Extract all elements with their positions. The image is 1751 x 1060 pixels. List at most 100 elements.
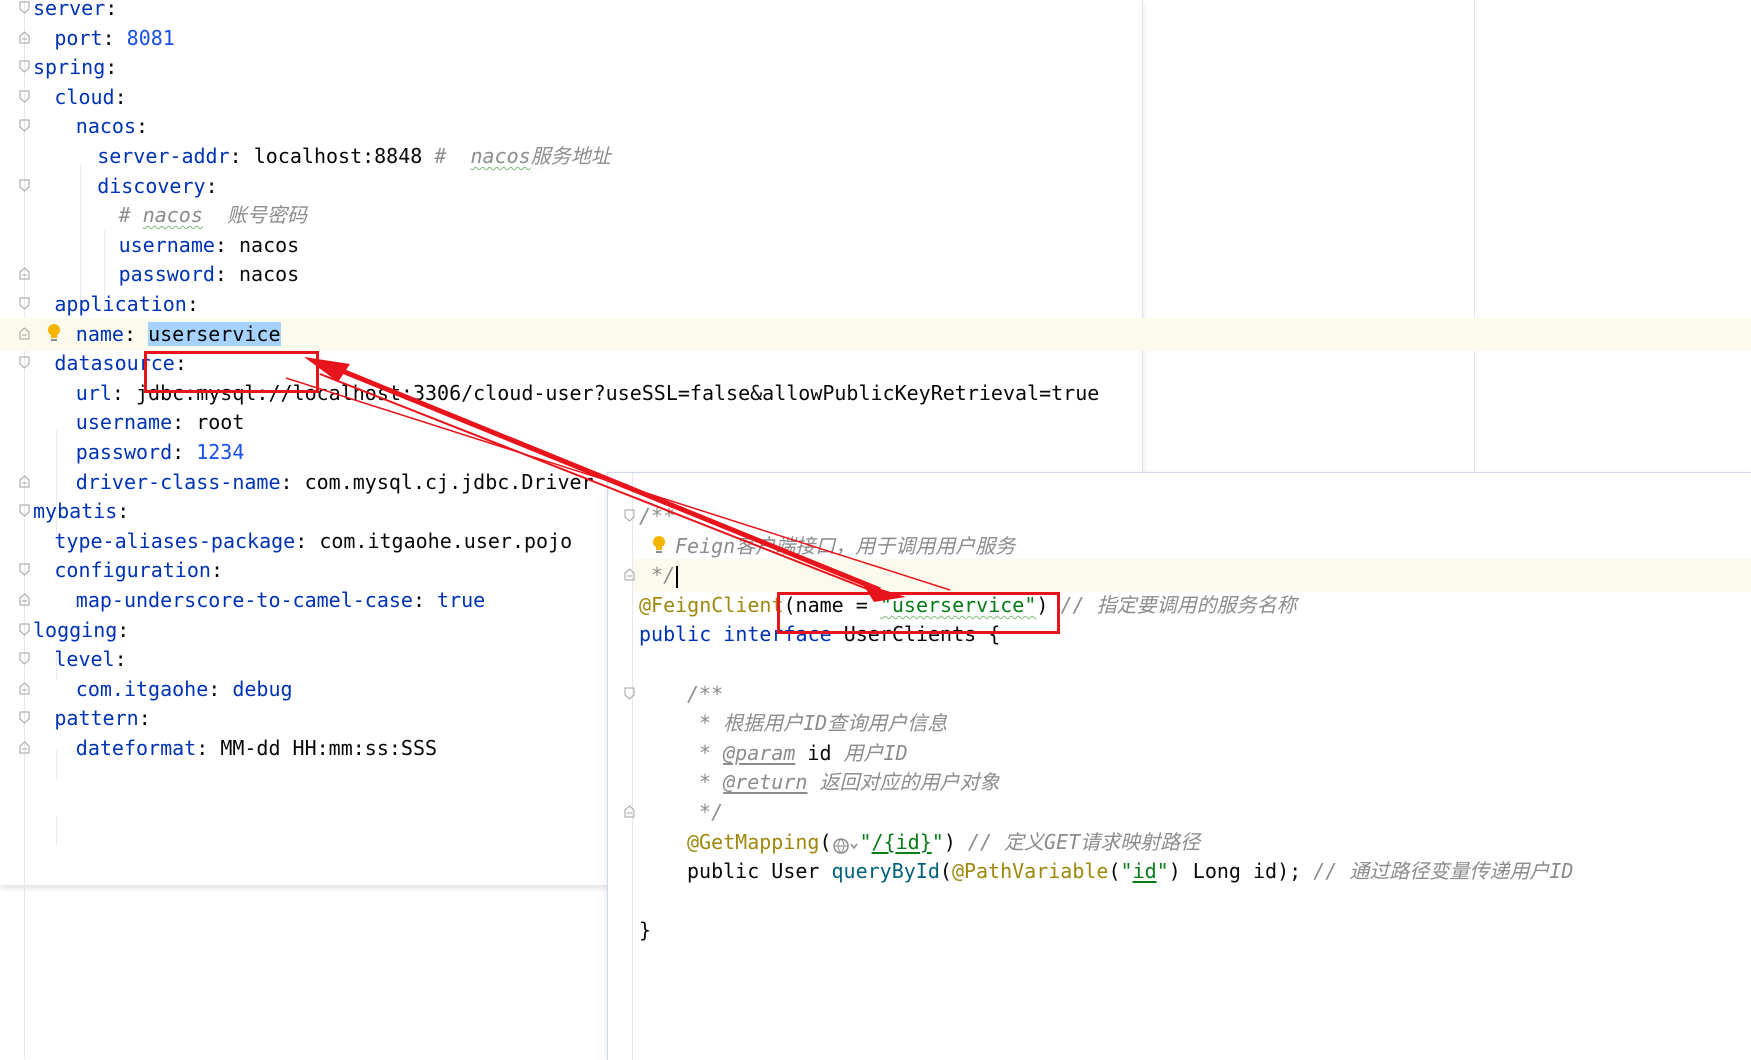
fold-open-icon[interactable]	[19, 60, 30, 73]
indent-guide	[56, 815, 57, 845]
code-punctuation	[759, 859, 771, 883]
java-line[interactable]: public User queryById(@PathVariable("id"…	[633, 855, 1751, 888]
code-punctuation: *	[687, 770, 724, 795]
java-line[interactable]: * @return 返回对应的用户对象	[633, 766, 1751, 799]
feign-client-annotation: @FeignClient	[639, 592, 784, 617]
doc-comment-close: */	[639, 563, 676, 588]
yaml-line[interactable]: nacos:	[0, 110, 1142, 143]
yaml-separator: :	[186, 292, 199, 316]
yaml-line[interactable]: server-addr: localhost:8848 # nacos服务地址	[0, 140, 1142, 173]
fold-open-icon[interactable]	[624, 509, 635, 522]
yaml-line[interactable]: password: nacos	[0, 258, 1142, 291]
yaml-key: driver-class-name	[75, 469, 281, 494]
fold-end-icon[interactable]	[19, 267, 30, 280]
fold-open-icon[interactable]	[19, 504, 30, 517]
code-punctuation: )	[943, 829, 956, 854]
yaml-line[interactable]: username: root	[0, 406, 1142, 439]
string-quote: "	[859, 829, 872, 854]
lightbulb-icon[interactable]	[47, 323, 61, 343]
yaml-line[interactable]: cloud:	[0, 81, 1142, 114]
yaml-separator: :	[229, 144, 254, 168]
yaml-separator: :	[205, 173, 218, 198]
yaml-key: username	[75, 410, 173, 435]
lightbulb-icon[interactable]	[652, 535, 666, 555]
yaml-key: com.itgaohe	[75, 676, 209, 701]
fold-open-icon[interactable]	[19, 297, 30, 310]
yaml-line[interactable]: username: nacos	[0, 229, 1142, 262]
fold-end-icon[interactable]	[19, 326, 30, 340]
yaml-separator: :	[114, 84, 127, 109]
globe-icon[interactable]	[832, 833, 860, 854]
doc-return-desc: 返回对应的用户对象	[807, 770, 1000, 795]
yaml-value: 1234	[196, 440, 245, 464]
yaml-value: localhost:8848	[253, 144, 423, 168]
yaml-separator: :	[208, 676, 233, 701]
java-line[interactable]: /**	[633, 500, 1751, 533]
yaml-separator: :	[295, 528, 320, 553]
java-line[interactable]: Feign客户端接口，用于调用用户服务	[633, 530, 1751, 563]
yaml-key: cloud	[54, 84, 115, 109]
yaml-comment-hash: #	[422, 144, 471, 168]
fold-open-icon[interactable]	[19, 356, 30, 369]
path-variable-annotation: @PathVariable	[951, 859, 1109, 884]
code-punctuation: )	[1168, 859, 1181, 884]
inline-comment: // 通过路径变量传递用户ID	[1301, 859, 1574, 884]
yaml-separator: :	[136, 114, 149, 139]
yaml-line[interactable]: discovery:	[0, 170, 1142, 203]
java-line[interactable]: }	[633, 914, 1751, 947]
yaml-key: type-aliases-package	[54, 528, 296, 553]
yaml-key: server	[33, 0, 106, 20]
fold-open-icon[interactable]	[19, 90, 30, 103]
yaml-key: password	[118, 262, 215, 287]
closing-brace: }	[639, 918, 652, 943]
yaml-key: password	[75, 440, 173, 464]
yaml-value: com.mysql.cj.jdbc.Driver	[304, 469, 594, 494]
fold-open-icon[interactable]	[19, 1, 30, 14]
yaml-separator: :	[172, 410, 197, 435]
fold-end-icon[interactable]	[19, 682, 30, 695]
fold-end-icon[interactable]	[19, 741, 30, 754]
highlight-box-yaml-name	[144, 351, 319, 393]
doc-param-desc: 用户ID	[831, 740, 908, 765]
java-line[interactable]: /**	[633, 678, 1751, 711]
yaml-comment-word: nacos	[470, 144, 531, 168]
yaml-comment-hash: #	[118, 203, 143, 228]
yaml-value: 8081	[126, 25, 175, 50]
fold-end-icon[interactable]	[624, 568, 635, 581]
java-line[interactable]	[633, 885, 1751, 918]
text-caret	[676, 565, 679, 588]
yaml-separator: :	[412, 588, 438, 612]
inline-comment: // 定义GET请求映射路径	[955, 829, 1201, 854]
yaml-line[interactable]: name: userservice	[0, 317, 1751, 351]
yaml-line[interactable]: application:	[0, 288, 1142, 321]
fold-end-icon[interactable]	[624, 805, 635, 818]
yaml-key: spring	[33, 55, 106, 80]
yaml-separator: :	[105, 0, 118, 20]
fold-end-icon[interactable]	[19, 593, 30, 606]
fold-open-icon[interactable]	[624, 687, 635, 700]
yaml-line[interactable]: password: 1234	[0, 436, 1142, 469]
editor-right-margin-line	[1474, 0, 1475, 472]
fold-end-icon[interactable]	[19, 474, 30, 488]
fold-open-icon[interactable]	[19, 563, 30, 577]
java-line[interactable]	[633, 648, 1751, 681]
yaml-value: debug	[232, 676, 293, 701]
yaml-separator: :	[196, 736, 221, 760]
code-punctuation: (	[819, 829, 832, 854]
yaml-line[interactable]: # nacos 账号密码	[0, 199, 1142, 232]
java-line[interactable]: */	[633, 796, 1751, 829]
yaml-line[interactable]: spring:	[0, 51, 1142, 84]
fold-open-icon[interactable]	[19, 179, 30, 192]
java-line[interactable]: * @param id 用户ID	[633, 737, 1751, 770]
fold-end-icon[interactable]	[19, 30, 30, 44]
fold-open-icon[interactable]	[19, 119, 30, 133]
java-line[interactable]: * 根据用户ID查询用户信息	[633, 707, 1751, 740]
fold-open-icon[interactable]	[19, 652, 30, 665]
java-line[interactable]: */	[633, 559, 1751, 593]
fold-open-icon[interactable]	[19, 711, 30, 725]
doc-param-tag: @param	[723, 740, 796, 765]
yaml-line[interactable]: port: 8081	[0, 22, 1142, 55]
fold-open-icon[interactable]	[19, 623, 30, 636]
yaml-separator: :	[280, 469, 305, 494]
java-line[interactable]: @GetMapping("/{id}") // 定义GET请求映射路径	[633, 826, 1751, 859]
